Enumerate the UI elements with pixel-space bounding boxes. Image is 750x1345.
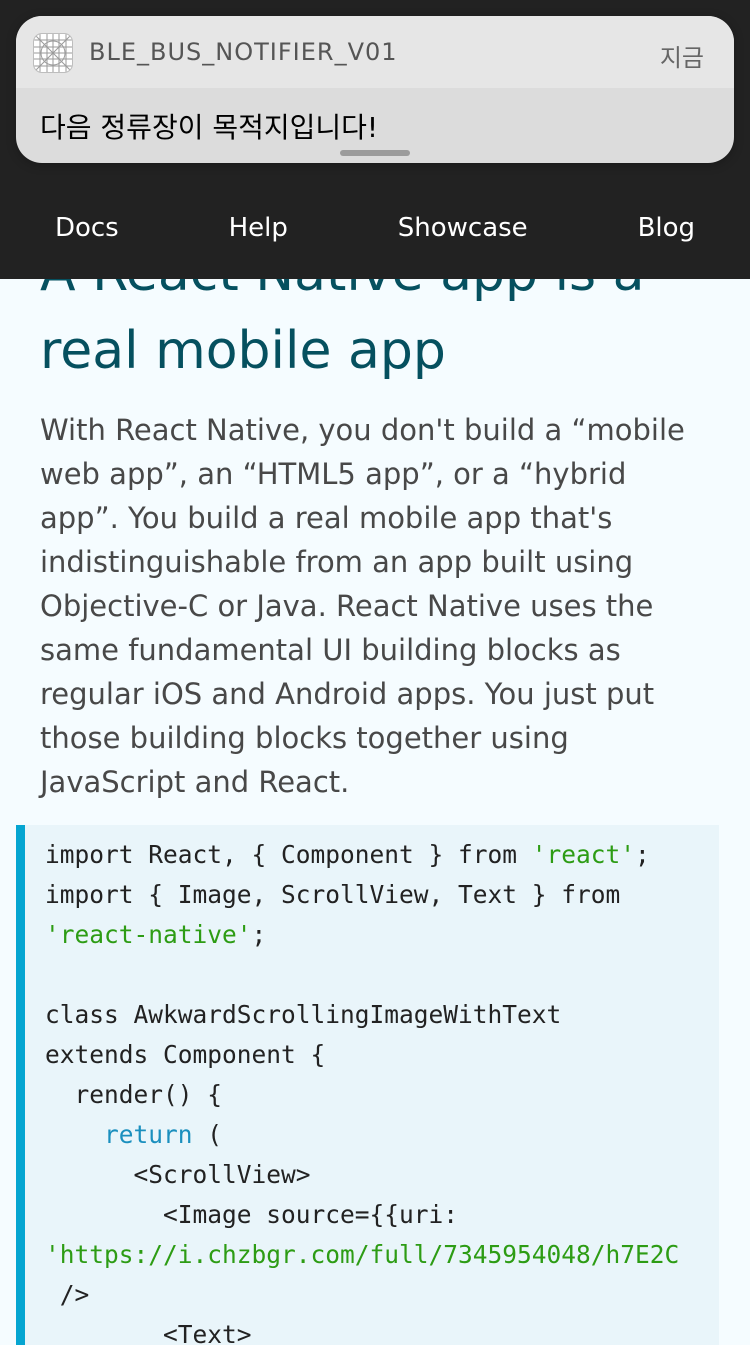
code-line: <ScrollView> [45,1160,311,1189]
code-keyword: return [104,1120,193,1149]
notification-time: 지금 [659,44,704,72]
code-line: import { Image, ScrollView, Text } from [45,880,621,909]
code-line: render() { [45,1080,223,1109]
code-text: import React, { Component } from 'react'… [45,835,719,1345]
notification-grabber[interactable] [340,150,410,156]
code-example: import React, { Component } from 'react'… [16,825,719,1345]
app-icon [33,33,73,73]
nav-link-blog[interactable]: Blog [624,207,709,249]
code-string: 'https://i.chzbgr.com/full/7345954048/h7… [45,1240,680,1269]
code-line: /> [45,1280,90,1309]
code-line: extends Component { [45,1040,326,1069]
hero-description: With React Native, you don't build a “mo… [40,413,685,799]
push-notification[interactable]: BLE_BUS_NOTIFIER_V01 지금 다음 정류장이 목적지입니다! [16,16,734,163]
code-line: class AwkwardScrollingImageWithText [45,1000,562,1029]
notification-message: 다음 정류장이 목적지입니다! [40,111,379,144]
nav-link-showcase[interactable]: Showcase [384,207,542,249]
notification-header: BLE_BUS_NOTIFIER_V01 지금 [16,16,734,88]
code-string: 'react' [531,840,636,869]
code-line: <Text> [45,1320,252,1345]
nav-link-docs[interactable]: Docs [41,207,133,249]
nav-link-help[interactable]: Help [215,207,302,249]
notification-app-name: BLE_BUS_NOTIFIER_V01 [89,38,398,66]
code-line: import React, { Component } from [45,840,532,869]
code-punct: ; [635,840,650,869]
code-line: <Image source={{uri: [45,1200,459,1229]
code-punct: ( [192,1120,223,1149]
code-string: 'react-native' [45,920,252,949]
nav-links: Docs Help Showcase Blog [0,196,750,260]
code-punct: ; [251,920,267,949]
